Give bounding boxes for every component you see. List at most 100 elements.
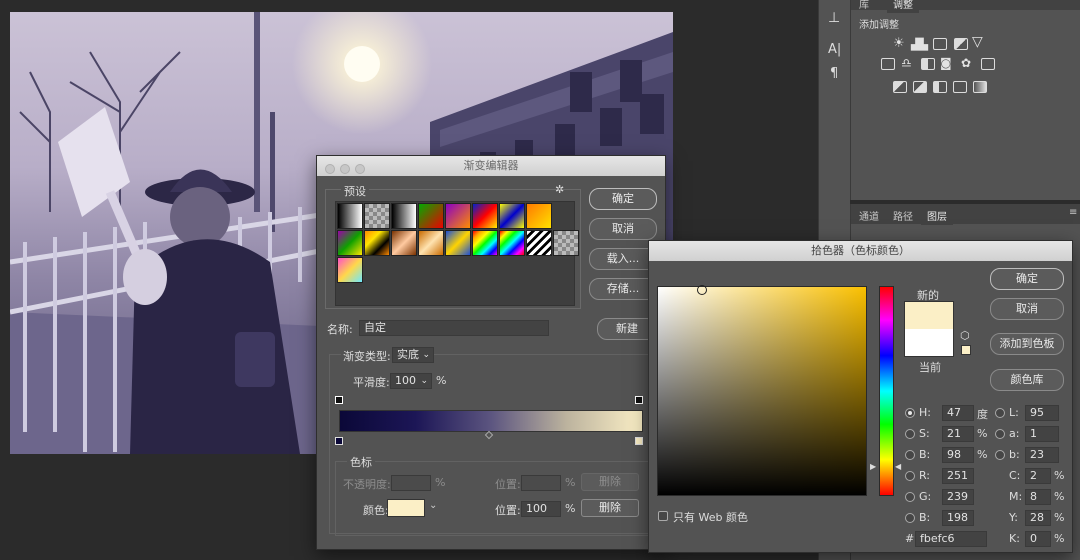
lightness-radio[interactable] <box>995 408 1005 418</box>
preset-swatch[interactable] <box>418 230 444 256</box>
cancel-button[interactable]: 取消 <box>589 218 657 240</box>
adjustments-panel: 库 调整 添加调整 ☀ ▟▙ ▽ ♎ ◙ ✿ <box>850 0 1080 200</box>
web-safe-swatch[interactable] <box>961 345 971 355</box>
name-input[interactable]: 自定 <box>359 320 549 336</box>
black-input[interactable]: 0 <box>1025 531 1051 547</box>
green-input[interactable]: 239 <box>942 489 974 505</box>
hue-slider[interactable] <box>879 286 894 496</box>
vibrance-icon[interactable]: ▽ <box>972 34 983 50</box>
color-stop-right[interactable] <box>635 437 643 445</box>
web-colors-checkbox[interactable] <box>658 511 668 521</box>
preset-swatch[interactable] <box>364 230 390 256</box>
panel-menu-icon[interactable]: ≡ <box>1069 207 1077 218</box>
presets-gear-icon[interactable]: ✲ <box>555 183 564 196</box>
color-selector-circle[interactable] <box>697 285 707 295</box>
stamp-icon[interactable]: ⊥ <box>828 10 840 26</box>
a-channel-input[interactable]: 1 <box>1025 426 1059 442</box>
zoom-window-button[interactable] <box>355 164 365 174</box>
green-radio[interactable] <box>905 492 915 502</box>
paragraph-icon[interactable]: ¶ <box>830 66 838 81</box>
blue-input[interactable]: 198 <box>942 510 974 526</box>
saturation-brightness-field[interactable] <box>657 286 867 496</box>
color-position-input[interactable]: 100 <box>521 501 561 517</box>
smoothness-input[interactable]: 100 ⌄ <box>390 373 432 389</box>
preset-swatch[interactable] <box>337 230 363 256</box>
blue-radio[interactable] <box>905 513 915 523</box>
preset-swatch[interactable] <box>526 230 552 256</box>
close-window-button[interactable] <box>325 164 335 174</box>
cube-icon[interactable]: ⬡ <box>960 329 970 342</box>
black-white-icon[interactable] <box>921 58 935 70</box>
photo-filter-icon[interactable]: ◙ <box>940 56 952 70</box>
curves-icon[interactable] <box>933 38 947 50</box>
levels-icon[interactable]: ▟▙ <box>911 38 928 51</box>
threshold-icon[interactable] <box>933 81 947 93</box>
saturation-input[interactable]: 21 <box>942 426 974 442</box>
magenta-input[interactable]: 8 <box>1025 489 1051 505</box>
gradient-map-icon[interactable] <box>973 81 987 93</box>
tab-adjustments[interactable]: 调整 <box>887 0 919 13</box>
red-input[interactable]: 251 <box>942 468 974 484</box>
hue-saturation-icon[interactable] <box>881 58 895 70</box>
gradient-type-select[interactable]: 实底 ⌄ <box>392 347 434 363</box>
save-button[interactable]: 存储... <box>589 278 657 300</box>
color-label: 颜色: <box>363 504 389 517</box>
color-stop-left[interactable] <box>335 437 343 445</box>
preset-swatch[interactable] <box>418 203 444 229</box>
posterize-icon[interactable] <box>913 81 927 93</box>
preset-swatch[interactable] <box>499 230 525 256</box>
preset-swatch[interactable] <box>472 230 498 256</box>
tab-layers[interactable]: 图层 <box>921 206 953 225</box>
hue-input[interactable]: 47 <box>942 405 974 421</box>
tab-paths[interactable]: 路径 <box>893 208 913 223</box>
preset-swatch[interactable] <box>553 230 579 256</box>
saturation-radio[interactable] <box>905 429 915 439</box>
preset-swatch[interactable] <box>526 203 552 229</box>
cyan-input[interactable]: 2 <box>1025 468 1051 484</box>
b-channel-input[interactable]: 23 <box>1025 447 1059 463</box>
brightness-icon[interactable]: ☀ <box>893 36 905 51</box>
b-channel-radio[interactable] <box>995 450 1005 460</box>
red-radio[interactable] <box>905 471 915 481</box>
preset-swatch[interactable] <box>445 203 471 229</box>
preset-swatch[interactable] <box>445 230 471 256</box>
a-channel-label: a: <box>1009 427 1020 440</box>
channel-mixer-icon[interactable]: ✿ <box>961 56 971 70</box>
hex-input[interactable]: fbefc6 <box>915 531 987 547</box>
gradient-preview-bar[interactable] <box>339 410 643 432</box>
current-color-swatch[interactable] <box>904 329 954 357</box>
brightness-radio[interactable] <box>905 450 915 460</box>
preset-swatch[interactable] <box>472 203 498 229</box>
preset-swatch[interactable] <box>337 203 363 229</box>
invert-icon[interactable] <box>893 81 907 93</box>
yellow-input[interactable]: 28 <box>1025 510 1051 526</box>
ok-button[interactable]: 确定 <box>990 268 1064 290</box>
opacity-stop-left[interactable] <box>335 396 343 404</box>
minimize-window-button[interactable] <box>340 164 350 174</box>
brightness-input[interactable]: 98 <box>942 447 974 463</box>
color-libraries-button[interactable]: 颜色库 <box>990 369 1064 391</box>
selective-color-icon[interactable] <box>953 81 967 93</box>
character-icon[interactable]: A| <box>828 42 841 57</box>
preset-swatch[interactable] <box>499 203 525 229</box>
cancel-button[interactable]: 取消 <box>990 298 1064 320</box>
color-delete-button[interactable]: 删除 <box>581 499 639 517</box>
preset-swatch[interactable] <box>391 230 417 256</box>
hue-radio[interactable] <box>905 408 915 418</box>
ok-button[interactable]: 确定 <box>589 188 657 210</box>
tab-channels[interactable]: 通道 <box>859 208 879 223</box>
exposure-icon[interactable] <box>954 38 968 50</box>
color-balance-icon[interactable]: ♎ <box>901 56 912 70</box>
preset-swatch[interactable] <box>337 257 363 283</box>
load-button[interactable]: 载入... <box>589 248 657 270</box>
chevron-down-icon[interactable]: ⌄ <box>429 500 437 511</box>
a-channel-radio[interactable] <box>995 429 1005 439</box>
opacity-stop-right[interactable] <box>635 396 643 404</box>
lightness-input[interactable]: 95 <box>1025 405 1059 421</box>
tab-library[interactable]: 库 <box>859 0 869 11</box>
add-to-swatches-button[interactable]: 添加到色板 <box>990 333 1064 355</box>
stop-color-swatch[interactable] <box>387 499 425 517</box>
color-lookup-icon[interactable] <box>981 58 995 70</box>
preset-swatch[interactable] <box>391 203 417 229</box>
preset-swatch[interactable] <box>364 203 390 229</box>
